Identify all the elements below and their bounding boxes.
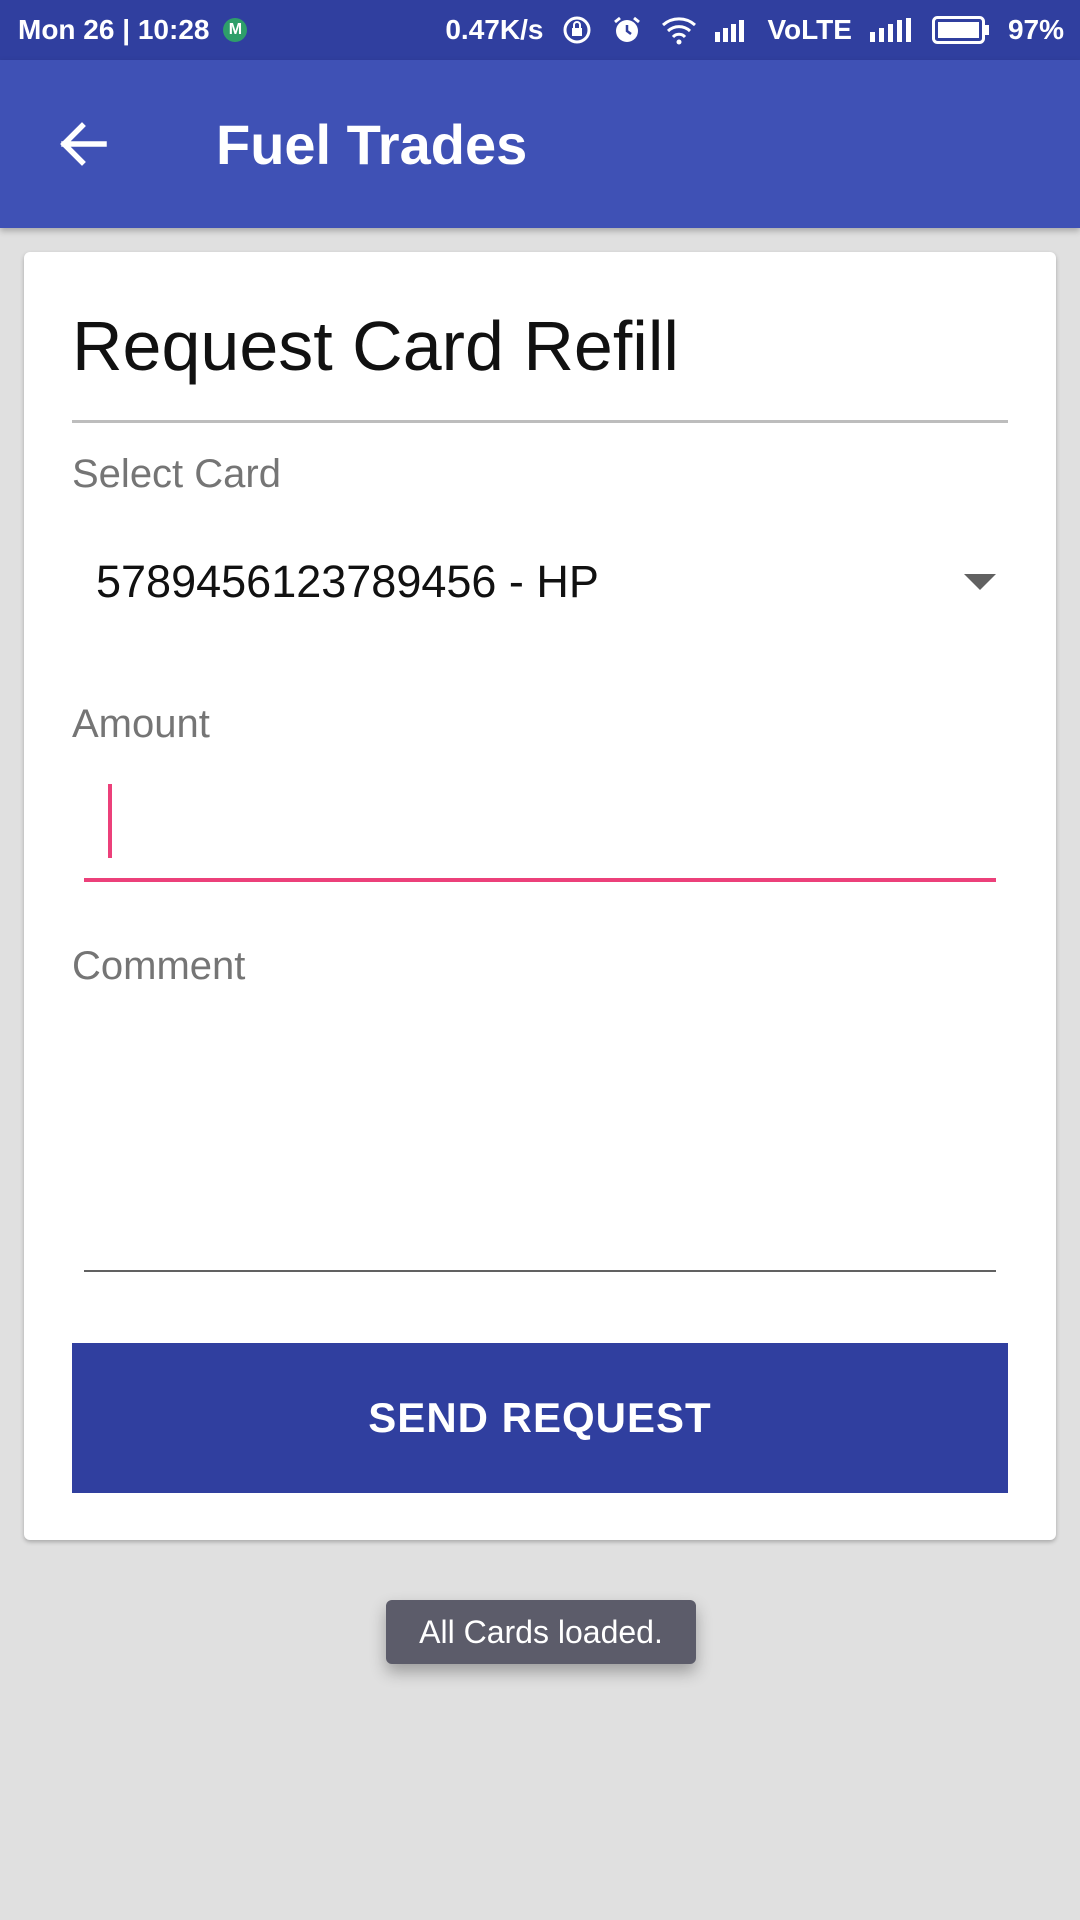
- signal-icon-2: [869, 18, 914, 42]
- signal-icon-1: [715, 18, 749, 42]
- request-refill-card: Request Card Refill Select Card 57894561…: [24, 252, 1056, 1540]
- dropdown-arrow-icon: [964, 574, 996, 590]
- selected-card-value: 5789456123789456 - HP: [96, 556, 599, 607]
- status-bar-right: 0.47K/s VoLTE 97%: [445, 0, 1064, 60]
- comment-input[interactable]: [84, 1012, 996, 1272]
- rotation-lock-icon: [561, 14, 593, 46]
- title-divider: [72, 420, 1008, 423]
- battery-percent: 97%: [1007, 14, 1064, 45]
- network-type-label: VoLTE: [767, 14, 852, 45]
- card-select-dropdown[interactable]: 5789456123789456 - HP: [96, 532, 996, 632]
- comment-label: Comment: [72, 944, 246, 988]
- notification-icon: M: [223, 18, 248, 42]
- app-bar: Fuel Trades: [0, 60, 1080, 228]
- text-cursor: [108, 784, 112, 858]
- status-bar-left: Mon 26 | 10:28 M: [18, 0, 248, 60]
- toast-message: All Cards loaded.: [386, 1600, 696, 1664]
- wifi-icon: [661, 15, 697, 45]
- battery-icon: [931, 16, 990, 44]
- app-title: Fuel Trades: [216, 112, 528, 176]
- status-bar: Mon 26 | 10:28 M 0.47K/s VoLTE 97%: [0, 0, 1080, 60]
- alarm-icon: [611, 14, 643, 46]
- amount-input[interactable]: [84, 772, 996, 882]
- network-speed: 0.47K/s: [445, 14, 544, 45]
- select-card-label: Select Card: [72, 452, 281, 496]
- arrow-left-icon: [60, 122, 107, 166]
- send-request-button[interactable]: SEND REQUEST: [72, 1343, 1008, 1493]
- status-time: Mon 26 | 10:28: [18, 14, 210, 45]
- back-button[interactable]: [46, 108, 118, 180]
- form-title: Request Card Refill: [72, 307, 679, 385]
- amount-label: Amount: [72, 702, 210, 746]
